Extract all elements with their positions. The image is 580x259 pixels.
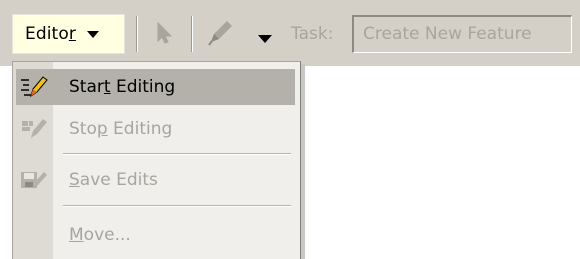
pencil-icon[interactable] (205, 18, 235, 52)
editor-menu-label: Editor (25, 24, 76, 44)
menu-item-label: Save Edits (69, 170, 158, 190)
editor-menu-button[interactable]: Editor (12, 14, 125, 54)
start-editing-icon (16, 69, 52, 105)
mnemonic-underline: p (96, 119, 108, 139)
menu-shadow (301, 64, 305, 259)
save-edits-icon (16, 162, 52, 198)
screenshot-stage: Editor Task: Create New Feature Start Ed… (0, 0, 580, 259)
menu-separator (63, 153, 291, 155)
mnemonic-underline: M (69, 225, 84, 245)
toolbar-separator (191, 16, 193, 52)
menu-item-move[interactable]: Move... (16, 217, 295, 253)
editor-toolbar: Editor Task: Create New Feature (0, 0, 580, 66)
mnemonic-underline: S (69, 170, 80, 190)
mnemonic-underline: r (68, 24, 76, 44)
mnemonic-underline: t (103, 77, 111, 97)
menu-item-label: Start Editing (69, 77, 176, 97)
editor-dropdown-menu: Start Editing Stop Editing Save Edits Mo… (12, 61, 301, 259)
menu-item-label: Move... (69, 225, 131, 245)
arrow-pointer-icon[interactable] (156, 21, 174, 49)
stop-editing-icon (16, 111, 52, 147)
menu-item-save-edits[interactable]: Save Edits (16, 162, 295, 198)
menu-item-label: Stop Editing (69, 119, 173, 139)
task-label: Task: (291, 24, 334, 44)
task-select[interactable]: Create New Feature (352, 15, 572, 53)
editor-dropdown-arrow-icon (86, 30, 99, 38)
toolbar-separator (136, 16, 138, 52)
menu-item-stop-editing[interactable]: Stop Editing (16, 111, 295, 147)
menu-item-icon-placeholder (16, 217, 52, 253)
menu-separator (63, 205, 291, 207)
menu-item-start-editing[interactable]: Start Editing (16, 69, 295, 105)
sketch-dropdown-arrow-icon[interactable] (258, 29, 272, 48)
